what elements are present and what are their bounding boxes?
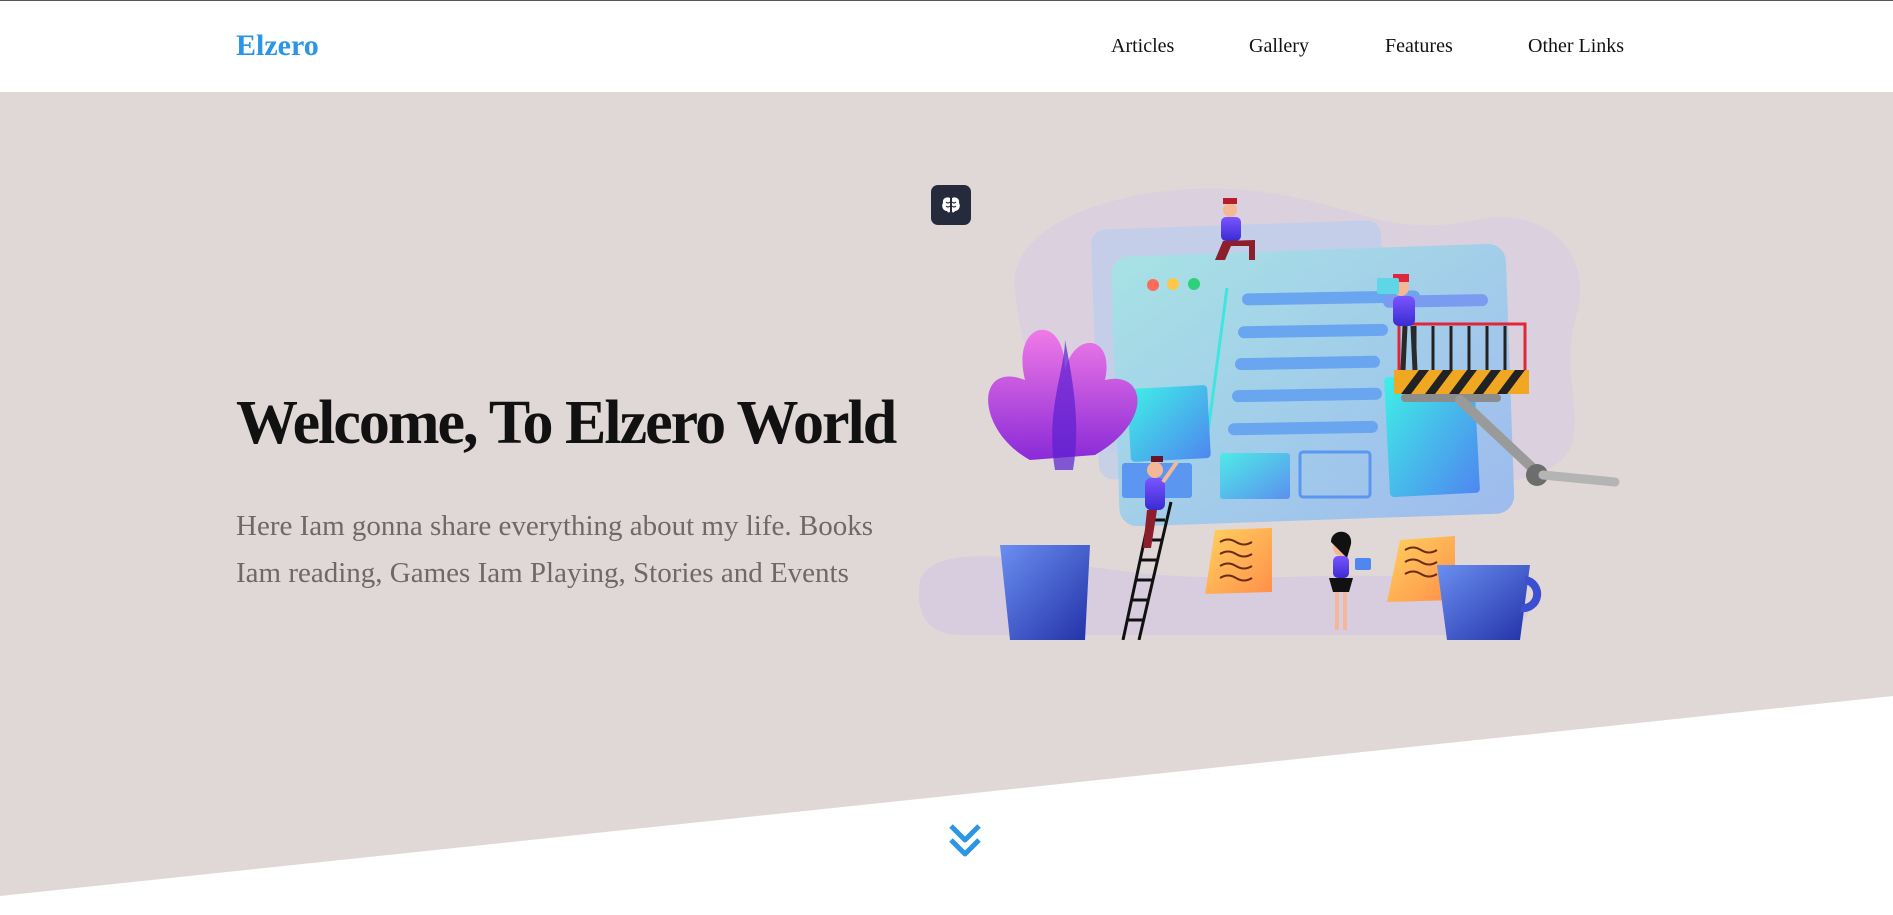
nav-link-gallery[interactable]: Gallery	[1249, 35, 1309, 58]
hero-illustration	[918, 188, 1620, 640]
nav-link-articles[interactable]: Articles	[1111, 35, 1174, 58]
hero-title: Welcome, To Elzero World	[236, 389, 897, 457]
hero-description: Here Iam gonna share everything about my…	[236, 510, 874, 589]
brain-icon[interactable]	[931, 185, 971, 225]
double-chevron-down-icon[interactable]	[947, 820, 983, 860]
logo[interactable]: Elzero	[236, 29, 319, 63]
nav-link-features[interactable]: Features	[1385, 35, 1453, 58]
nav-link-other-links[interactable]: Other Links	[1528, 35, 1624, 58]
site-header: Elzero Articles Gallery Features Other L…	[0, 1, 1893, 92]
